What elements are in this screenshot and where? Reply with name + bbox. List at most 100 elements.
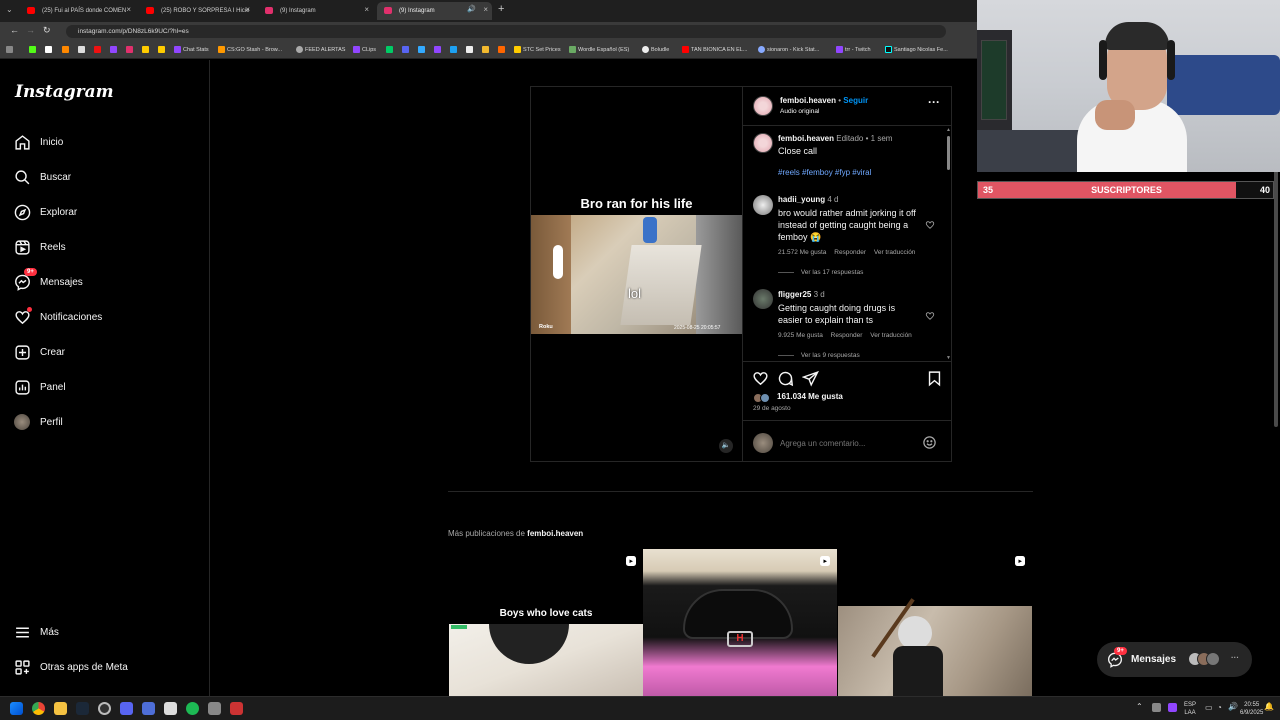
bookmark-icon[interactable] [110,46,119,53]
file-explorer-icon[interactable] [54,702,67,715]
post-thumbnail[interactable]: Boys who love cats [449,549,643,696]
bookmark-wordle[interactable]: Wordle Español (ES) [569,46,629,53]
bookmark-icon[interactable] [94,46,103,53]
browser-tab-1[interactable]: (25) Fui al PAÍS donde COMEN × [20,2,135,20]
more-options-icon[interactable]: ··· [928,95,940,109]
discord-icon[interactable] [120,702,133,715]
bookmark-clips[interactable]: CLips [353,46,376,53]
save-icon[interactable] [926,370,943,387]
windows-start-icon[interactable] [10,702,23,715]
back-icon[interactable]: ← [10,25,19,35]
spotify-icon[interactable] [186,702,199,715]
comment-like-icon[interactable] [925,217,935,235]
reply-button[interactable]: Responder [834,249,866,256]
sidebar-item-buscar[interactable]: Buscar [14,165,71,189]
new-tab-button[interactable]: + [498,3,504,15]
forward-icon[interactable]: → [26,25,35,35]
mute-button[interactable]: 🔈 [719,439,733,453]
sidebar-item-notificaciones[interactable]: Notificaciones [14,305,102,329]
bookmark-tan-bionica[interactable]: TAN BIONICA EN EL... [682,46,747,53]
reload-icon[interactable]: ↻ [43,25,51,36]
sidebar-item-mensajes[interactable]: 9+ Mensajes [14,268,83,294]
follow-button[interactable]: Seguir [843,96,868,105]
sidebar-item-perfil[interactable]: Perfil [14,410,63,434]
notepad-icon[interactable] [164,702,177,715]
post-thumbnail[interactable]: H [643,549,837,696]
comment-likes[interactable]: 21.572 Me gusta [778,249,826,256]
bookmark-kick-stats[interactable]: sionaron - Kick Stat... [758,46,819,53]
caption-username[interactable]: femboi.heaven [778,134,834,143]
audio-icon[interactable]: 🔊 [467,5,476,13]
bookmark-icon[interactable] [498,46,507,53]
bookmark-csgo-stash[interactable]: CS:GO Stash - Brow... [218,46,282,53]
bookmark-feed-alertas[interactable]: FEED ALERTAS [296,46,345,53]
sidebar-item-mas[interactable]: Más [14,620,59,644]
bookmark-icon[interactable] [386,46,395,53]
bookmark-icon[interactable] [434,46,443,53]
commenter-avatar[interactable] [753,195,773,215]
app-icon[interactable] [208,702,221,715]
bookmark-chat-stats[interactable]: Chat Stats [174,46,209,53]
comment-icon[interactable] [777,370,794,387]
app-icon[interactable] [142,702,155,715]
wifi-icon[interactable]: ◔ [1217,703,1222,712]
close-tab-icon[interactable]: × [483,5,488,14]
bookmark-icon[interactable] [142,46,151,53]
steam-icon[interactable] [76,702,89,715]
bookmark-santiago[interactable]: Santiago Nicolas Fe... [885,46,948,53]
sidebar-item-meta-apps[interactable]: Otras apps de Meta [14,655,128,679]
clock[interactable]: 20:55 6/9/2025 [1240,701,1263,717]
sidebar-item-crear[interactable]: Crear [14,340,65,364]
bookmark-icon[interactable] [402,46,411,53]
messages-floating-button[interactable]: 9+ Mensajes ··· [1097,642,1252,677]
comments-scrollbar[interactable]: ▲ ▼ [946,127,951,361]
language-indicator[interactable]: ESP LAA [1184,701,1196,717]
share-icon[interactable] [802,370,819,387]
caption-hashtags[interactable]: #reels #femboy #fyp #viral [778,168,871,177]
bookmark-icon[interactable] [450,46,459,53]
bookmark-icon[interactable] [418,46,427,53]
apps-icon[interactable] [6,46,15,53]
view-replies-button[interactable]: Ver las 17 respuestas [801,269,864,276]
volume-icon[interactable]: 🔊 [1228,702,1238,711]
chrome-icon[interactable] [32,702,45,715]
translate-button[interactable]: Ver traducción [870,332,912,339]
post-media[interactable]: Bro ran for his life lol Roku 2025-08-25… [531,87,742,461]
sidebar-item-explorar[interactable]: Explorar [14,200,77,224]
post-thumbnail[interactable] [838,549,1032,696]
instagram-logo[interactable]: Instagram [15,82,114,102]
browser-tab-2[interactable]: (25) ROBO Y SORPRESA I Hicie × [139,2,254,20]
sidebar-item-inicio[interactable]: Inicio [14,130,63,154]
comment-username[interactable]: fligger25 [778,290,811,299]
tray-icon[interactable] [1152,703,1161,712]
tab-search-icon[interactable]: ⌄ [6,5,13,14]
bookmark-icon[interactable] [29,46,38,53]
author-avatar[interactable] [753,96,773,116]
reply-button[interactable]: Responder [831,332,863,339]
tray-icon[interactable] [1168,703,1177,712]
bookmark-icon[interactable] [126,46,135,53]
comment-likes[interactable]: 9.925 Me gusta [778,332,823,339]
network-icon[interactable]: ▭ [1205,703,1213,712]
bookmark-stc-set-prices[interactable]: STC Set Prices [514,46,561,53]
bookmark-icon[interactable] [78,46,87,53]
notifications-icon[interactable]: 🔔 [1264,702,1274,711]
bookmark-icon[interactable] [62,46,71,53]
like-icon[interactable] [752,370,769,387]
browser-tab-3[interactable]: (9) Instagram × [258,2,373,20]
add-comment-input[interactable] [780,436,920,450]
comment-username[interactable]: hadii_young [778,195,825,204]
bookmark-icon[interactable] [482,46,491,53]
close-tab-icon[interactable]: × [364,5,369,14]
emoji-icon[interactable] [922,435,937,450]
obs-icon[interactable] [98,702,111,715]
bookmark-boludle[interactable]: Boludle [642,46,669,53]
author-username[interactable]: femboi.heaven [780,96,836,105]
likers-avatars[interactable] [753,391,775,403]
close-tab-icon[interactable]: × [245,5,250,14]
caption-avatar[interactable] [753,133,773,153]
audio-label[interactable]: Audio original [780,108,819,115]
comment-like-icon[interactable] [925,308,935,326]
translate-button[interactable]: Ver traducción [874,249,916,256]
bookmark-icon[interactable] [466,46,475,53]
